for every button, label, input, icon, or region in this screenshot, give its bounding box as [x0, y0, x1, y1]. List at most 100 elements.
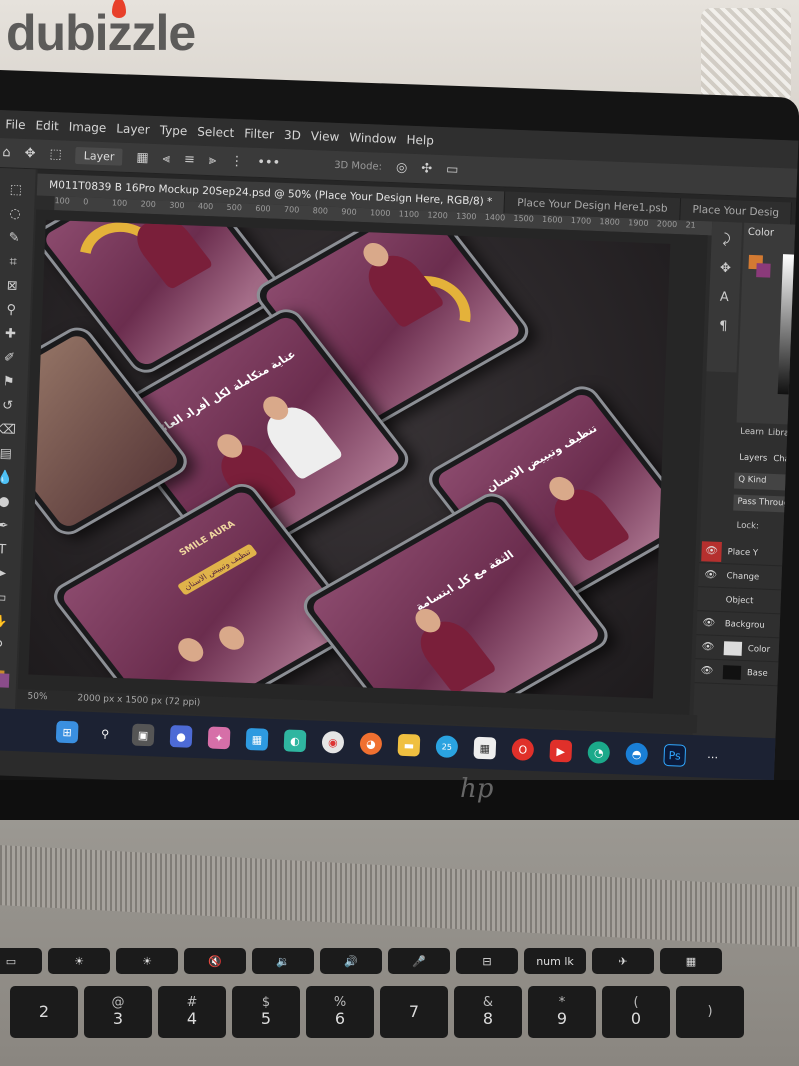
history-brush-icon[interactable]: ↺ — [2, 398, 13, 413]
tab-layers[interactable]: Layers — [739, 453, 768, 464]
3d-orbit-icon[interactable]: ◎ — [396, 160, 408, 175]
marquee-tool-icon[interactable]: ⬚ — [9, 182, 22, 197]
menu-filter[interactable]: Filter — [244, 126, 274, 141]
crop-tool-icon[interactable]: ⌗ — [9, 254, 17, 269]
eye-icon[interactable]: 👁 — [699, 617, 719, 629]
photoshop-icon[interactable]: Ps — [663, 743, 687, 767]
menu-edit[interactable]: Edit — [35, 118, 59, 133]
telegram-icon[interactable]: 25 — [435, 735, 459, 759]
keyboard-key[interactable]: 🎤 — [388, 948, 450, 974]
opera-icon[interactable]: O — [511, 738, 535, 761]
menu-help[interactable]: Help — [406, 133, 434, 148]
rectangle-tool-icon[interactable]: ▭ — [0, 590, 7, 605]
brush-tool-icon[interactable]: ✐ — [4, 350, 15, 365]
tab-libraries[interactable]: Libra — [768, 428, 790, 439]
store-icon[interactable]: ▦ — [245, 727, 269, 751]
keyboard-key[interactable]: 🔊 — [320, 948, 382, 974]
frame-tool-icon[interactable]: ⊠ — [7, 278, 18, 293]
keyboard-key[interactable]: $5 — [232, 986, 300, 1038]
search-icon[interactable]: ⚲ — [94, 722, 117, 745]
type-tool-icon[interactable]: T — [0, 542, 6, 557]
keyboard-key[interactable]: % 6 — [306, 986, 374, 1038]
keyboard-key[interactable]: ☀ — [48, 948, 110, 974]
align-left-icon[interactable]: ⫷ — [162, 151, 170, 166]
calendar-icon[interactable]: ▦ — [473, 736, 497, 760]
3d-video-icon[interactable]: ▭ — [446, 162, 459, 177]
paragraph-panel-icon[interactable]: ¶ — [719, 319, 728, 334]
eye-icon[interactable]: 👁 — [698, 641, 718, 653]
task-view-icon[interactable]: ▣ — [131, 723, 155, 747]
menu-view[interactable]: View — [311, 129, 340, 144]
eyedropper-tool-icon[interactable]: ⚲ — [6, 302, 16, 317]
chat-icon[interactable]: ● — [169, 724, 193, 748]
edge-icon[interactable]: ◓ — [625, 742, 649, 766]
keyboard-key[interactable]: (0 — [602, 986, 670, 1038]
keyboard-key[interactable]: ☀ — [116, 948, 178, 974]
canvas-area[interactable]: عناية متكاملة لكل أفراد العائلة تنظيف وت… — [17, 209, 708, 715]
3d-pan-icon[interactable]: ✣ — [421, 161, 432, 176]
zoom-level[interactable]: 50% — [27, 691, 47, 706]
healing-tool-icon[interactable]: ✚ — [5, 326, 16, 341]
youtube-icon[interactable]: ▶ — [549, 739, 573, 763]
keyboard-key[interactable]: * 9 — [528, 986, 596, 1038]
keyboard-key[interactable]: & 8 — [454, 986, 522, 1038]
widgets-icon[interactable]: ◐ — [283, 729, 307, 753]
home-icon[interactable]: ⌂ — [2, 145, 11, 160]
align-center-icon[interactable]: ≡ — [184, 152, 195, 167]
lasso-tool-icon[interactable]: ◌ — [9, 206, 21, 221]
menu-image[interactable]: Image — [68, 120, 106, 135]
menu-3d[interactable]: 3D — [284, 128, 301, 143]
firefox-icon[interactable]: ◕ — [359, 732, 383, 756]
keyboard-key[interactable]: ▦ — [660, 948, 722, 974]
document-canvas[interactable]: عناية متكاملة لكل أفراد العائلة تنظيف وت… — [28, 219, 671, 699]
eye-off-icon[interactable] — [700, 599, 720, 600]
keyboard-key[interactable]: 🔉 — [252, 948, 314, 974]
keyboard-key[interactable]: ⊟ — [456, 948, 518, 974]
keyboard-key[interactable]: 2 — [10, 986, 78, 1038]
keyboard-key[interactable]: ) — [676, 986, 744, 1038]
zoom-tool-icon[interactable]: ⚲ — [0, 638, 3, 653]
chrome-icon[interactable]: ◉ — [321, 730, 345, 754]
menu-layer[interactable]: Layer — [116, 121, 150, 136]
history-panel-icon[interactable]: ⤸ — [722, 232, 730, 247]
blur-tool-icon[interactable]: 💧 — [0, 470, 13, 486]
background-color-swatch[interactable] — [0, 673, 10, 688]
more-icon[interactable]: ⋯ — [701, 745, 724, 768]
copilot-icon[interactable]: ✦ — [207, 726, 231, 750]
gradient-tool-icon[interactable]: ▤ — [0, 446, 12, 461]
more-options-icon[interactable]: ••• — [257, 155, 281, 171]
pen-tool-icon[interactable]: ✒ — [0, 518, 9, 533]
brush-panel-icon[interactable]: ✥ — [720, 261, 731, 276]
align-right-icon[interactable]: ⫸ — [209, 153, 217, 168]
keyboard-key[interactable]: ✈ — [592, 948, 654, 974]
menu-window[interactable]: Window — [349, 130, 397, 146]
dodge-tool-icon[interactable]: ● — [0, 494, 10, 509]
stamp-tool-icon[interactable]: ⚑ — [2, 374, 14, 389]
windows-start-icon[interactable]: ⊞ — [55, 720, 79, 744]
menu-select[interactable]: Select — [197, 125, 235, 140]
eye-icon[interactable]: 👁 — [701, 540, 722, 562]
keyboard-key[interactable]: 7 — [380, 986, 448, 1038]
auto-select-icon[interactable]: ⬚ — [49, 147, 62, 162]
character-panel-icon[interactable]: A — [720, 290, 729, 305]
keyboard-key[interactable]: ▭ — [0, 948, 42, 974]
path-select-icon[interactable]: ➤ — [0, 566, 7, 581]
quick-select-tool-icon[interactable]: ✎ — [8, 230, 19, 245]
eye-icon[interactable]: 👁 — [700, 569, 720, 581]
tab-learn[interactable]: Learn — [740, 427, 764, 438]
keyboard-key[interactable]: @3 — [84, 986, 152, 1038]
hand-tool-icon[interactable]: ✋ — [0, 614, 8, 630]
distribute-icon[interactable]: ⋮ — [230, 154, 244, 169]
menu-file[interactable]: File — [5, 117, 26, 132]
color-background-swatch[interactable] — [756, 263, 771, 278]
edge-dev-icon[interactable]: ◔ — [587, 741, 611, 764]
keyboard-key[interactable]: num lk — [524, 948, 586, 974]
auto-select-dropdown[interactable]: Layer — [75, 146, 123, 166]
move-tool-icon[interactable]: ✥ — [24, 146, 35, 161]
keyboard-key[interactable]: 🔇 — [184, 948, 246, 974]
keyboard-key[interactable]: #4 — [158, 986, 226, 1038]
transform-controls-icon[interactable]: ▦ — [136, 150, 149, 165]
file-explorer-icon[interactable]: ▬ — [397, 733, 421, 757]
eye-icon[interactable]: 👁 — [697, 665, 717, 677]
menu-type[interactable]: Type — [159, 123, 187, 138]
